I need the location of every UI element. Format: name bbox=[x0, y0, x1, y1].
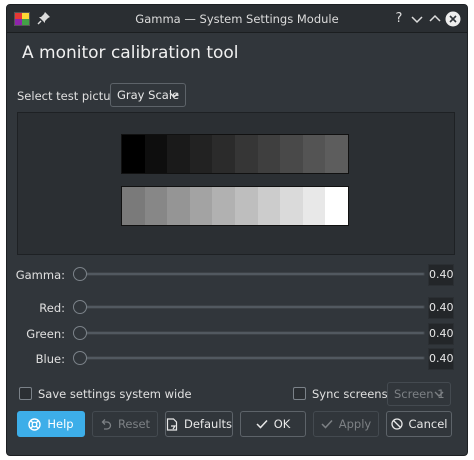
dark-gray-swatch bbox=[122, 135, 145, 173]
dark-gray-swatch bbox=[302, 135, 326, 173]
light-gray-swatch bbox=[280, 187, 303, 225]
light-gray-swatch bbox=[189, 187, 213, 225]
chevron-down-icon[interactable] bbox=[409, 11, 425, 27]
blue-label: Blue: bbox=[35, 352, 65, 366]
help-button-label: Help bbox=[47, 417, 74, 431]
defaults-button-label: Defaults bbox=[184, 417, 233, 431]
red-slider[interactable] bbox=[73, 305, 425, 309]
test-picture-preview bbox=[17, 112, 455, 255]
help-button[interactable]: Help bbox=[17, 411, 85, 437]
chevron-down-icon bbox=[169, 92, 179, 98]
gamma-window: Gamma — System Settings Module ? A monit… bbox=[6, 4, 468, 456]
undo-icon bbox=[101, 419, 112, 430]
reset-button-label: Reset bbox=[117, 417, 151, 431]
light-gray-swatch bbox=[122, 187, 145, 225]
lifebuoy-icon bbox=[28, 417, 42, 431]
ok-button-label: OK bbox=[273, 417, 291, 431]
red-label: Red: bbox=[39, 301, 65, 315]
green-value: 0.40 bbox=[428, 323, 454, 345]
chevron-down-icon bbox=[434, 391, 444, 397]
save-system-wide-checkbox[interactable] bbox=[19, 387, 32, 400]
dark-gray-swatch bbox=[325, 135, 348, 173]
green-slider[interactable] bbox=[73, 331, 425, 335]
gamma-value: 0.40 bbox=[428, 264, 454, 286]
sync-screens-checkbox[interactable] bbox=[293, 387, 306, 400]
document-defaults-icon bbox=[166, 417, 178, 431]
close-icon[interactable] bbox=[445, 11, 461, 27]
blue-value: 0.40 bbox=[428, 348, 454, 370]
dark-gray-swatch bbox=[257, 135, 281, 173]
checkmark-icon bbox=[256, 419, 268, 429]
blue-slider[interactable] bbox=[73, 356, 425, 360]
red-value: 0.40 bbox=[428, 297, 454, 319]
page-title: A monitor calibration tool bbox=[22, 43, 239, 63]
light-grayscale-strip bbox=[121, 186, 349, 226]
red-slider-handle[interactable] bbox=[73, 300, 87, 314]
apply-button-label: Apply bbox=[338, 417, 372, 431]
light-gray-swatch bbox=[234, 187, 258, 225]
defaults-button[interactable]: Defaults bbox=[165, 411, 233, 437]
dark-gray-swatch bbox=[212, 135, 235, 173]
gamma-slider-handle[interactable] bbox=[73, 267, 87, 281]
dark-gray-swatch bbox=[144, 135, 168, 173]
dark-gray-swatch bbox=[234, 135, 258, 173]
cancel-button[interactable]: Cancel bbox=[386, 411, 452, 437]
cancel-button-label: Cancel bbox=[408, 417, 448, 431]
dark-gray-swatch bbox=[280, 135, 303, 173]
light-gray-swatch bbox=[167, 187, 190, 225]
green-label: Green: bbox=[26, 327, 65, 341]
gamma-label: Gamma: bbox=[15, 268, 65, 282]
dark-gray-swatch bbox=[189, 135, 213, 173]
light-gray-swatch bbox=[257, 187, 281, 225]
light-gray-swatch bbox=[212, 187, 235, 225]
dark-grayscale-strip bbox=[121, 134, 349, 174]
cancel-icon bbox=[390, 418, 403, 430]
light-gray-swatch bbox=[325, 187, 348, 225]
title-bar[interactable]: Gamma — System Settings Module ? bbox=[7, 5, 467, 33]
dark-gray-swatch bbox=[167, 135, 190, 173]
light-gray-swatch bbox=[144, 187, 168, 225]
screen-select[interactable]: Screen 1 bbox=[387, 382, 451, 406]
save-system-wide-label[interactable]: Save settings system wide bbox=[38, 387, 192, 401]
chevron-up-icon[interactable] bbox=[427, 11, 443, 27]
context-help-button[interactable]: ? bbox=[391, 11, 407, 27]
blue-slider-handle[interactable] bbox=[73, 351, 87, 365]
reset-button[interactable]: Reset bbox=[92, 411, 158, 437]
light-gray-swatch bbox=[302, 187, 326, 225]
gamma-slider[interactable] bbox=[73, 272, 425, 276]
apply-button[interactable]: Apply bbox=[313, 411, 379, 437]
checkmark-icon bbox=[321, 419, 333, 429]
test-picture-select[interactable]: Gray Scale bbox=[110, 83, 186, 107]
green-slider-handle[interactable] bbox=[73, 326, 87, 340]
ok-button[interactable]: OK bbox=[240, 411, 306, 437]
sync-screens-label[interactable]: Sync screens bbox=[312, 387, 388, 401]
